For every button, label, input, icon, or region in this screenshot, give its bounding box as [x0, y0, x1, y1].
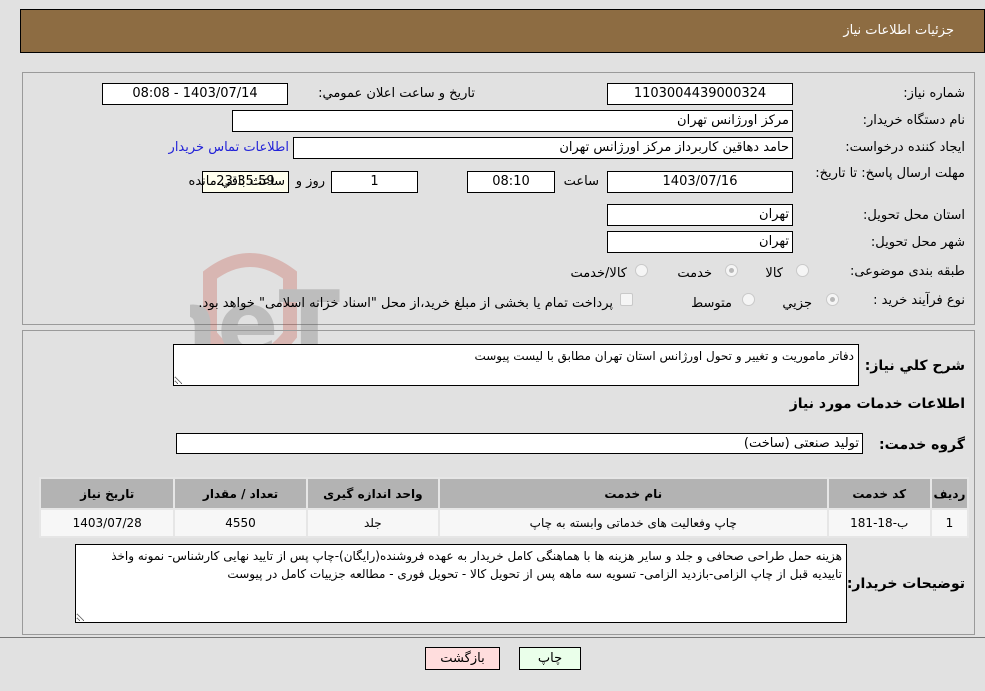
col-header-need-date: تاريخ نياز — [38, 477, 176, 510]
col-header-row-number: رديف — [929, 477, 970, 510]
col-header-service-name: نام خدمت — [437, 477, 829, 510]
category-option-service: خدمت — [677, 266, 712, 281]
service-group-field: توليد صنعتی (ساخت) — [176, 433, 863, 454]
process-radio-minor[interactable] — [826, 293, 839, 306]
cell-service-name: چاپ وفعاليت های خدماتی وابسته به چاپ — [437, 508, 829, 538]
buyer-org-label: نام دستگاه خريدار: — [862, 113, 965, 128]
cell-row-number: 1 — [929, 508, 970, 538]
category-radio-goods[interactable] — [796, 264, 809, 277]
cell-quantity: 4550 — [173, 508, 308, 538]
col-header-quantity: تعداد / مقدار — [173, 477, 308, 510]
page-header: جزئيات اطلاعات نياز — [20, 9, 985, 53]
footer-divider — [0, 637, 985, 638]
days-remaining-field: 1 — [331, 171, 418, 193]
treasury-checkbox[interactable] — [620, 293, 633, 306]
need-number-field: 1103004439000324 — [607, 83, 793, 105]
buyer-notes-textarea[interactable] — [75, 544, 847, 623]
col-header-unit: واحد اندازه گيری — [305, 477, 440, 510]
services-table: رديف كد خدمت نام خدمت واحد اندازه گيری ت… — [38, 477, 970, 538]
process-label: نوع فرآيند خريد : — [873, 293, 965, 308]
requester-field: حامد دهاقين كاربرداز مركز اورژانس تهران — [293, 137, 793, 159]
col-header-service-code: كد خدمت — [826, 477, 932, 510]
cell-unit: جلد — [305, 508, 440, 538]
category-radio-service[interactable] — [725, 264, 738, 277]
table-row: 1 ب-18-181 چاپ وفعاليت های خدماتی وابسته… — [38, 508, 970, 538]
city-field: تهران — [607, 231, 793, 253]
process-option-medium: متوسط — [691, 296, 732, 311]
province-label: استان محل تحويل: — [863, 208, 965, 223]
cell-need-date: 1403/07/28 — [38, 508, 176, 538]
process-option-minor: جزيي — [782, 296, 812, 311]
category-option-goods-service: كالا/خدمت — [570, 266, 627, 281]
province-field: تهران — [607, 204, 793, 226]
announce-datetime-field: 1403/07/14 - 08:08 — [102, 83, 288, 105]
time-remaining-label: ساعت باقي مانده — [188, 174, 285, 189]
deadline-time-field: 08:10 — [467, 171, 555, 193]
category-option-goods: كالا — [765, 266, 783, 281]
process-radio-medium[interactable] — [742, 293, 755, 306]
category-label: طبقه بندی موضوعی: — [849, 264, 965, 279]
deadline-date-field: 1403/07/16 — [607, 171, 793, 193]
category-radio-goods-service[interactable] — [635, 264, 648, 277]
service-group-label: گروه خدمت: — [879, 437, 965, 453]
cell-service-code: ب-18-181 — [826, 508, 932, 538]
back-button[interactable]: بازگشت — [425, 647, 500, 670]
print-button[interactable]: چاپ — [519, 647, 581, 670]
table-header-row: رديف كد خدمت نام خدمت واحد اندازه گيری ت… — [38, 477, 970, 510]
general-desc-textarea[interactable] — [173, 344, 859, 386]
announce-label: تاريخ و ساعت اعلان عمومي: — [318, 86, 475, 101]
page-title: جزئيات اطلاعات نياز — [843, 23, 954, 38]
services-heading: اطلاعات خدمات مورد نياز — [789, 396, 965, 412]
buyer-notes-label: توضيحات خريدار: — [846, 576, 965, 592]
buyer-contact-link[interactable]: اطلاعات تماس خريدار — [169, 140, 289, 155]
city-label: شهر محل تحويل: — [870, 235, 965, 250]
buyer-org-field: مركز اورژانس تهران — [232, 110, 793, 132]
general-desc-label: شرح كلي نياز: — [864, 358, 965, 374]
days-label: روز و — [295, 174, 325, 189]
requester-label: ايجاد كننده درخواست: — [845, 140, 965, 155]
deadline-time-label: ساعت — [563, 174, 599, 189]
deadline-label: مهلت ارسال پاسخ: تا تاريخ: — [815, 166, 965, 181]
treasury-note: پرداخت تمام يا بخشی از مبلغ خريد،از محل … — [198, 296, 613, 311]
need-number-label: شماره نياز: — [903, 86, 965, 101]
